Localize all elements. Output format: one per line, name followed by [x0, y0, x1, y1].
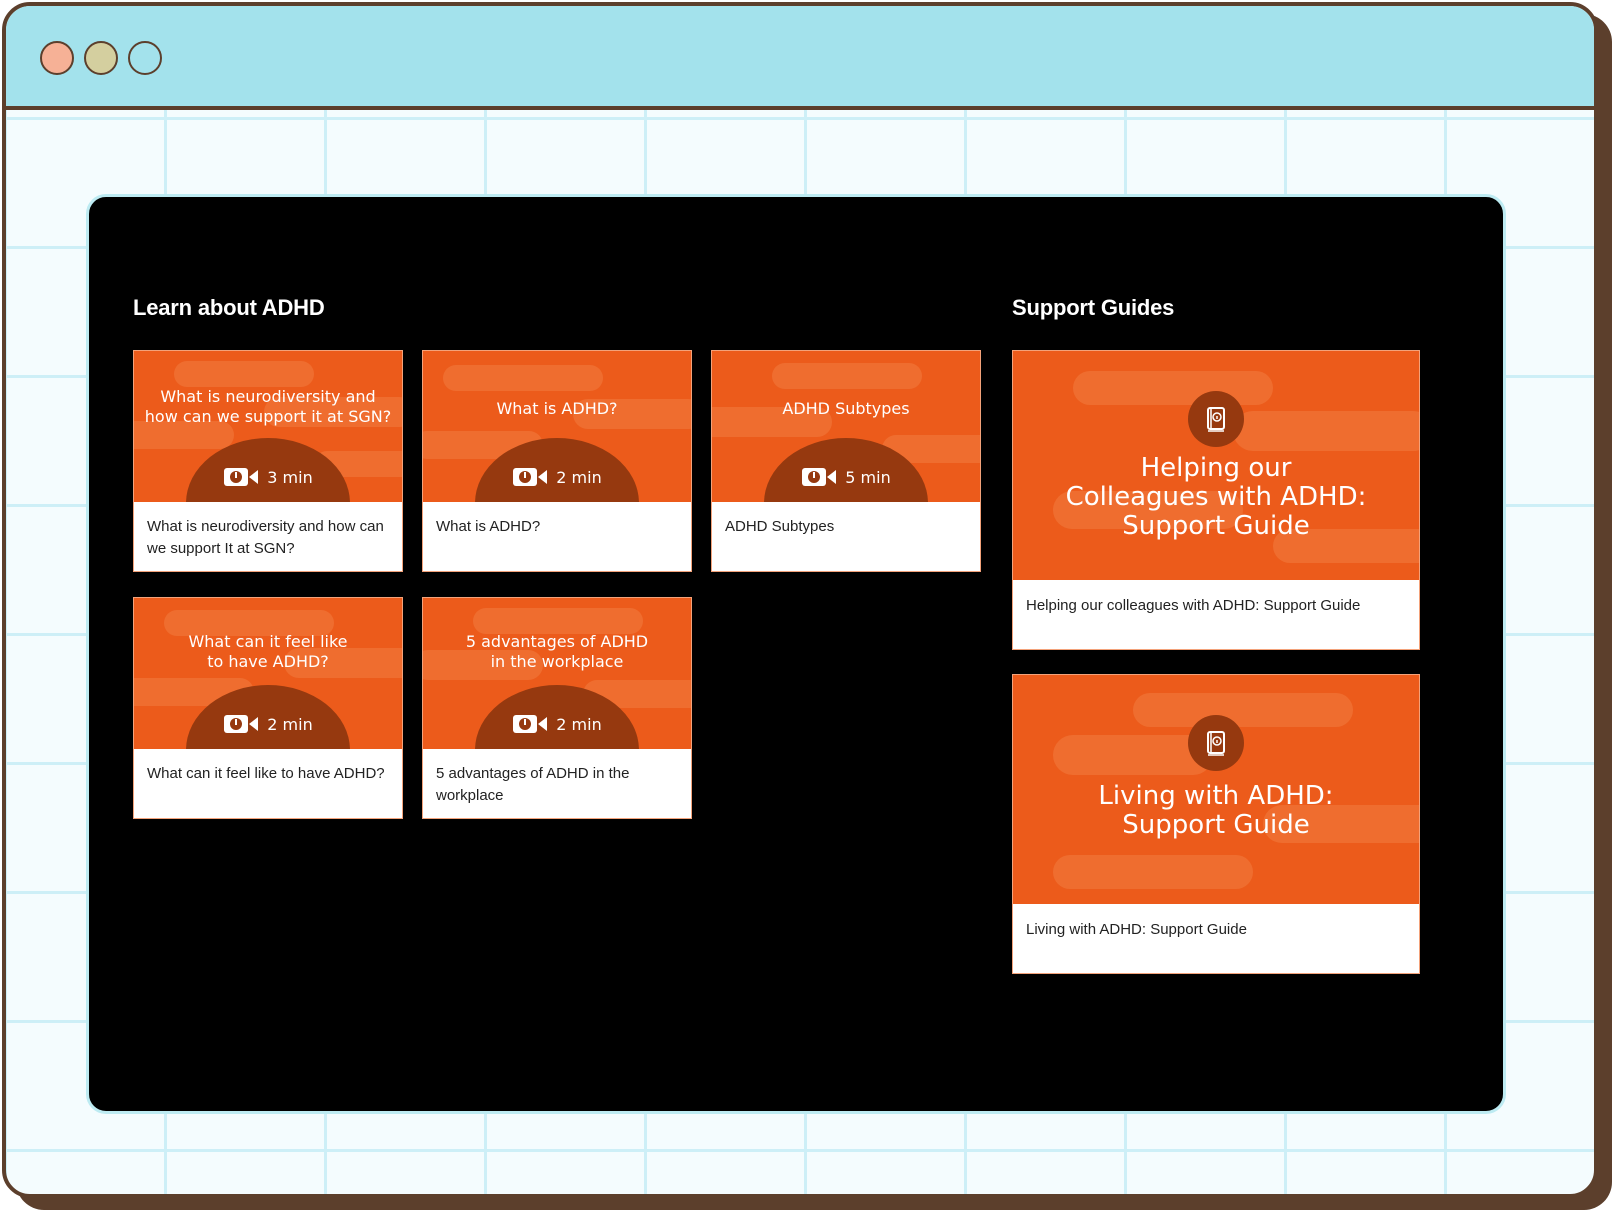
- thumbnail-title-line: What is ADHD?: [496, 399, 618, 418]
- thumbnail-title-line: What can it feel like: [188, 632, 348, 651]
- thumbnail-title-line: in the workplace: [490, 652, 624, 671]
- video-thumbnail[interactable]: What can it feel like to have ADHD? 2 mi…: [134, 598, 402, 749]
- minimize-window-button[interactable]: [84, 41, 118, 75]
- guide-thumbnail-title-line: Living with ADHD:: [1098, 781, 1334, 811]
- video-card[interactable]: What can it feel like to have ADHD? 2 mi…: [133, 597, 403, 819]
- duration-text: 5 min: [845, 467, 891, 487]
- browser-window: Learn about ADHD Support Guides What is …: [2, 2, 1598, 1198]
- guide-card-label[interactable]: Living with ADHD: Support Guide: [1026, 919, 1406, 941]
- close-window-button[interactable]: [40, 41, 74, 75]
- thumbnail-title-line: to have ADHD?: [207, 652, 329, 671]
- video-camera-icon: [224, 468, 259, 486]
- video-card[interactable]: What is ADHD? 2 min What is ADHD?: [422, 350, 692, 572]
- thumbnail-title-line: 5 advantages of ADHD: [465, 632, 649, 651]
- guide-thumbnail[interactable]: Helping our Colleagues with ADHD: Suppor…: [1013, 351, 1419, 580]
- title-bar: [6, 6, 1594, 110]
- guide-card-label[interactable]: Helping our colleagues with ADHD: Suppor…: [1026, 595, 1406, 617]
- thumbnail-title-line: how can we support it at SGN?: [144, 407, 392, 426]
- video-duration: 3 min: [134, 466, 402, 488]
- maximize-window-button[interactable]: [128, 41, 162, 75]
- video-card[interactable]: 5 advantages of ADHD in the workplace 2 …: [422, 597, 692, 819]
- video-card-label[interactable]: What is neurodiversity and how can we su…: [147, 516, 389, 560]
- video-duration: 2 min: [134, 713, 402, 735]
- video-camera-icon: [513, 468, 548, 486]
- book-icon: [1207, 731, 1225, 756]
- guide-card[interactable]: Helping our Colleagues with ADHD: Suppor…: [1012, 350, 1420, 650]
- duration-text: 2 min: [556, 714, 602, 734]
- video-card-label[interactable]: ADHD Subtypes: [725, 516, 967, 538]
- video-duration: 2 min: [423, 466, 691, 488]
- thumbnail-title-line: What is neurodiversity and: [160, 387, 376, 406]
- video-thumbnail[interactable]: What is ADHD? 2 min: [423, 351, 691, 502]
- duration-text: 2 min: [267, 714, 313, 734]
- guide-thumbnail-title-line: Helping our: [1140, 453, 1292, 483]
- video-thumbnail[interactable]: What is neurodiversity and how can we su…: [134, 351, 402, 502]
- video-card-label[interactable]: 5 advantages of ADHD in the workplace: [436, 763, 678, 807]
- learn-section-heading: Learn about ADHD: [133, 295, 325, 320]
- guide-thumbnail[interactable]: Living with ADHD: Support Guide: [1013, 675, 1419, 904]
- video-card[interactable]: What is neurodiversity and how can we su…: [133, 350, 403, 572]
- duration-text: 2 min: [556, 467, 602, 487]
- guide-thumbnail-title-line: Support Guide: [1122, 511, 1310, 541]
- video-thumbnail[interactable]: 5 advantages of ADHD in the workplace 2 …: [423, 598, 691, 749]
- video-duration: 2 min: [423, 713, 691, 735]
- video-camera-icon: [513, 715, 548, 733]
- video-card-label[interactable]: What is ADHD?: [436, 516, 678, 538]
- content-panel: Learn about ADHD Support Guides What is …: [86, 194, 1506, 1114]
- guide-thumbnail-title-line: Support Guide: [1122, 810, 1310, 840]
- book-icon-badge: [1188, 715, 1244, 771]
- duration-text: 3 min: [267, 467, 313, 487]
- guides-section-heading: Support Guides: [1012, 295, 1175, 320]
- video-camera-icon: [802, 468, 837, 486]
- book-icon-badge: [1188, 391, 1244, 447]
- video-card[interactable]: ADHD Subtypes 5 min ADHD Subtypes: [711, 350, 981, 572]
- video-camera-icon: [224, 715, 259, 733]
- video-thumbnail[interactable]: ADHD Subtypes 5 min: [712, 351, 980, 502]
- video-duration: 5 min: [712, 466, 980, 488]
- guide-card[interactable]: Living with ADHD: Support Guide Living w…: [1012, 674, 1420, 974]
- guide-thumbnail-title-line: Colleagues with ADHD:: [1065, 482, 1367, 512]
- thumbnail-title-line: ADHD Subtypes: [782, 399, 910, 418]
- book-icon: [1207, 407, 1225, 432]
- video-card-label[interactable]: What can it feel like to have ADHD?: [147, 763, 389, 785]
